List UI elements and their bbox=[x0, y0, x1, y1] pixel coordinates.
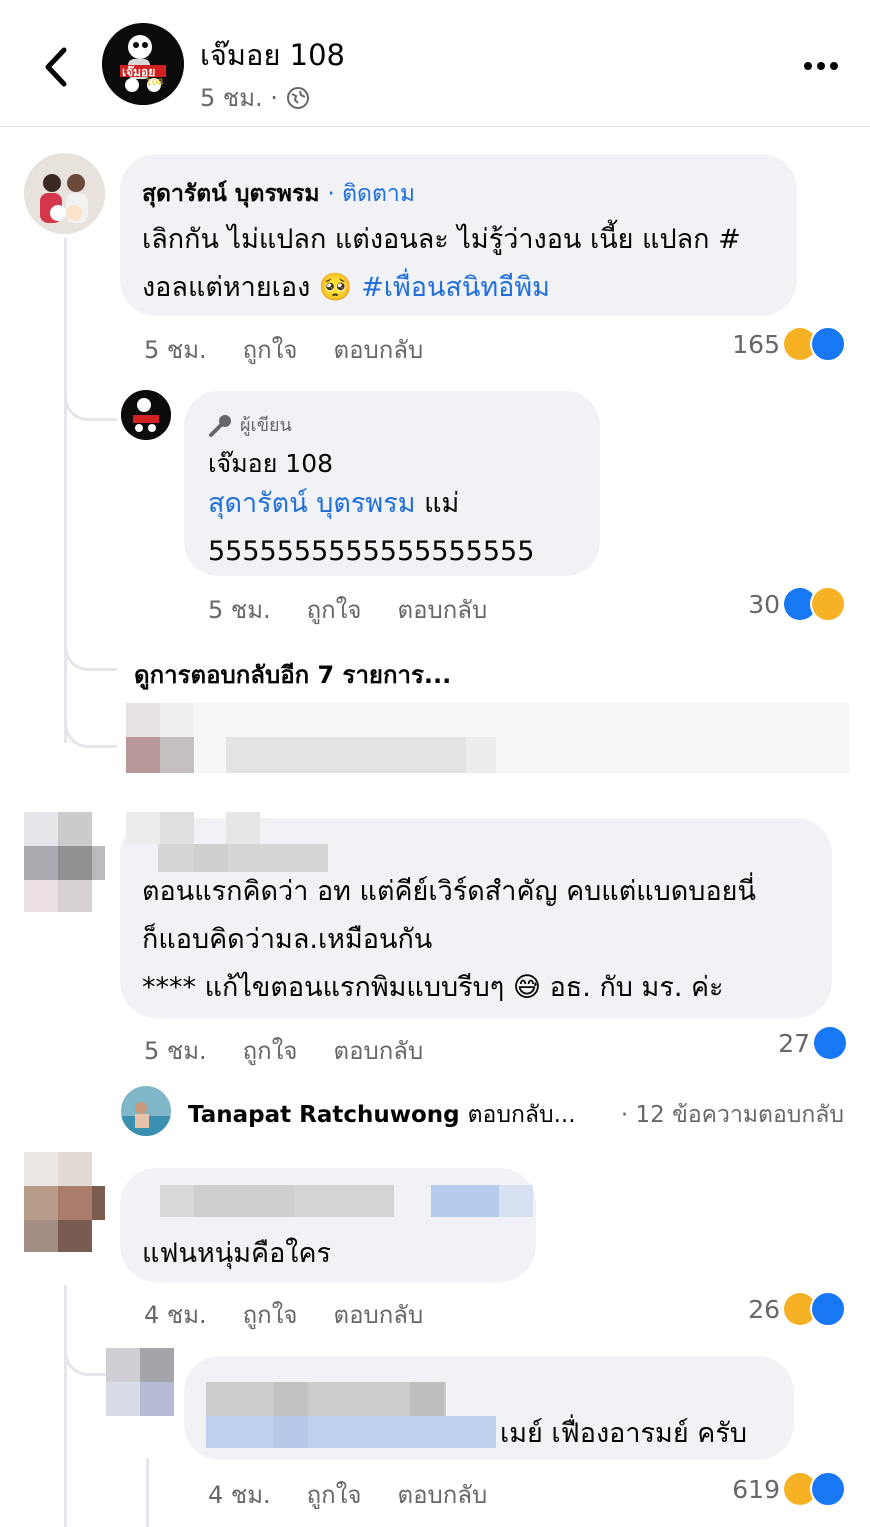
pixelated-reply-author bbox=[206, 1348, 496, 1448]
reaction-summary[interactable]: 27 bbox=[778, 1027, 846, 1059]
reply-line: สุดารัตน์ บุตรพรม แม่ bbox=[208, 480, 534, 528]
comment-actions: 5 ชม. ถูกใจ ตอบกลับ bbox=[144, 1031, 423, 1070]
reply-action[interactable]: ตอบกลับ bbox=[397, 590, 487, 629]
reply-action[interactable]: ตอบกลับ bbox=[333, 1295, 423, 1334]
reply-action[interactable]: ตอบกลับ bbox=[333, 1031, 423, 1070]
avatar-photo bbox=[121, 1086, 171, 1136]
reply-count[interactable]: · 12 ข้อความตอบกลับ bbox=[621, 1097, 844, 1133]
reaction-summary[interactable]: 26 bbox=[748, 1291, 846, 1327]
reaction-count: 26 bbox=[748, 1294, 780, 1324]
thread-line bbox=[64, 1285, 67, 1527]
comment-text-prefix: งอลแต่หายเอง bbox=[142, 272, 311, 303]
reaction-summary[interactable]: 165 bbox=[732, 326, 846, 362]
pixelated-avatar[interactable] bbox=[24, 1152, 105, 1252]
more-options-button[interactable] bbox=[796, 52, 846, 80]
sweat-smile-emoji: 😅 bbox=[512, 972, 541, 1003]
page-logo-sub: 108 bbox=[146, 78, 164, 88]
comment-line: **** แก้ไขตอนแรกพิมแบบรีบๆ 😅 อธ. กับ มร.… bbox=[142, 964, 756, 1012]
comment-author[interactable]: สุดารัตน์ บุตรพรม bbox=[142, 176, 319, 212]
thread-branch bbox=[64, 1325, 107, 1376]
pixelated-author-name bbox=[126, 812, 336, 872]
thread-branch bbox=[64, 370, 117, 421]
reply-time: 5 ชม. bbox=[208, 596, 271, 624]
reply-actions: 4 ชม. ถูกใจ ตอบกลับ bbox=[208, 1475, 487, 1514]
author-badge: ผู้เขียน bbox=[208, 410, 292, 439]
thread-line bbox=[146, 1458, 149, 1527]
comment-line: ก็แอบคิดว่ามล.เหมือนกัน bbox=[142, 924, 433, 955]
pixelated-avatar[interactable] bbox=[24, 812, 105, 912]
back-button[interactable] bbox=[36, 42, 76, 92]
globe-icon bbox=[286, 86, 309, 109]
like-action[interactable]: ถูกใจ bbox=[243, 1295, 298, 1334]
reply-actions: 5 ชม. ถูกใจ ตอบกลับ bbox=[208, 590, 487, 629]
reaction-summary[interactable]: 30 bbox=[748, 586, 846, 622]
comment-line: เลิกกัน ไม่แปลก แต่งอนละ ไม่รู้ว่างอน เน… bbox=[142, 224, 741, 255]
comment-time: 5 ชม. bbox=[144, 1037, 207, 1065]
replier-name: Tanapat Ratchuwong bbox=[188, 1102, 460, 1128]
page-logo bbox=[121, 390, 171, 440]
pixelated-avatar[interactable] bbox=[106, 1348, 174, 1416]
thread-branch bbox=[64, 620, 117, 671]
reply-action[interactable]: ตอบกลับ bbox=[333, 330, 423, 369]
reply-summary-action: ตอบกลับ... bbox=[467, 1102, 576, 1128]
hashtag-link[interactable]: #เพื่อนสนิทอีพิม bbox=[361, 272, 550, 303]
comment-line: งอลแต่หายเอง 🥺 #เพื่อนสนิทอีพิม bbox=[142, 264, 741, 312]
author-badge-label: ผู้เขียน bbox=[240, 415, 292, 436]
comment-text: ตอนแรกคิดว่า อท แต่คีย์เวิร์ดสำคัญ คบแต่… bbox=[142, 868, 756, 1012]
post-time-text: 5 ชม. · bbox=[200, 84, 278, 112]
pixelated-author-name bbox=[126, 1185, 536, 1217]
replier-avatar[interactable] bbox=[121, 1086, 171, 1136]
like-reaction-icon bbox=[814, 1027, 846, 1059]
like-action[interactable]: ถูกใจ bbox=[307, 590, 362, 629]
page-avatar[interactable]: เจ๊มอย 108 bbox=[102, 23, 184, 105]
thread-line bbox=[64, 238, 67, 743]
thread-branch bbox=[64, 700, 117, 748]
mention-link[interactable]: สุดารัตน์ บุตรพรม bbox=[208, 488, 416, 519]
reaction-count: 619 bbox=[732, 1474, 780, 1504]
microphone-icon bbox=[209, 414, 231, 437]
reply-time: 4 ชม. bbox=[208, 1481, 271, 1509]
post-time: 5 ชม. · bbox=[200, 78, 310, 117]
reaction-count: 165 bbox=[732, 329, 780, 359]
comment-time: 5 ชม. bbox=[144, 336, 207, 364]
more-dots-icon bbox=[804, 62, 838, 70]
follow-link[interactable]: · ติดตาม bbox=[327, 176, 415, 212]
like-reaction-icon bbox=[810, 1471, 846, 1507]
like-action[interactable]: ถูกใจ bbox=[307, 1475, 362, 1514]
avatar-photo bbox=[24, 153, 105, 234]
comment-text: เลิกกัน ไม่แปลก แต่งอนละ ไม่รู้ว่างอน เน… bbox=[142, 216, 741, 312]
chevron-left-icon bbox=[45, 47, 67, 87]
reply-text: สุดารัตน์ บุตรพรม แม่ 555555555555555555… bbox=[208, 480, 534, 576]
comment-line: ตอนแรกคิดว่า อท แต่คีย์เวิร์ดสำคัญ คบแต่… bbox=[142, 876, 756, 907]
reply-action[interactable]: ตอบกลับ bbox=[397, 1475, 487, 1514]
reaction-summary[interactable]: 619 bbox=[732, 1471, 846, 1507]
reply-text-suffix: แม่ bbox=[424, 488, 460, 519]
reaction-count: 27 bbox=[778, 1028, 810, 1058]
comment-actions: 4 ชม. ถูกใจ ตอบกลับ bbox=[144, 1295, 423, 1334]
pixelated-reply-preview bbox=[126, 703, 850, 773]
like-action[interactable]: ถูกใจ bbox=[243, 330, 298, 369]
comment-text-suffix: อธ. กับ มร. ค่ะ bbox=[549, 972, 724, 1003]
page-name[interactable]: เจ๊มอย 108 bbox=[200, 32, 345, 78]
reply-line: 5555555555555555555 bbox=[208, 536, 535, 567]
commenter-avatar[interactable] bbox=[24, 153, 105, 234]
comment-text-prefix: **** แก้ไขตอนแรกพิมแบบรีบๆ bbox=[142, 972, 505, 1003]
haha-reaction-icon bbox=[810, 586, 846, 622]
reply-author[interactable]: เจ๊มอย 108 bbox=[208, 444, 333, 484]
reply-text: เมย์ เฟื่องอารมย์ ครับ bbox=[500, 1418, 747, 1449]
like-reaction-icon bbox=[810, 1291, 846, 1327]
comment-text: แฟนหนุ่มคือใคร bbox=[142, 1238, 332, 1269]
like-reaction-icon bbox=[810, 326, 846, 362]
pleading-emoji: 🥺 bbox=[318, 272, 353, 303]
comment-actions: 5 ชม. ถูกใจ ตอบกลับ bbox=[144, 330, 423, 369]
comment-time: 4 ชม. bbox=[144, 1301, 207, 1329]
view-more-replies-link[interactable]: ดูการตอบกลับอีก 7 รายการ... bbox=[134, 655, 451, 694]
like-action[interactable]: ถูกใจ bbox=[243, 1031, 298, 1070]
reaction-count: 30 bbox=[748, 589, 780, 619]
reply-summary[interactable]: Tanapat Ratchuwong ตอบกลับ... bbox=[188, 1097, 576, 1133]
page-reply-avatar[interactable] bbox=[121, 390, 171, 440]
comment-header: สุดารัตน์ บุตรพรม · ติดตาม bbox=[142, 176, 415, 212]
